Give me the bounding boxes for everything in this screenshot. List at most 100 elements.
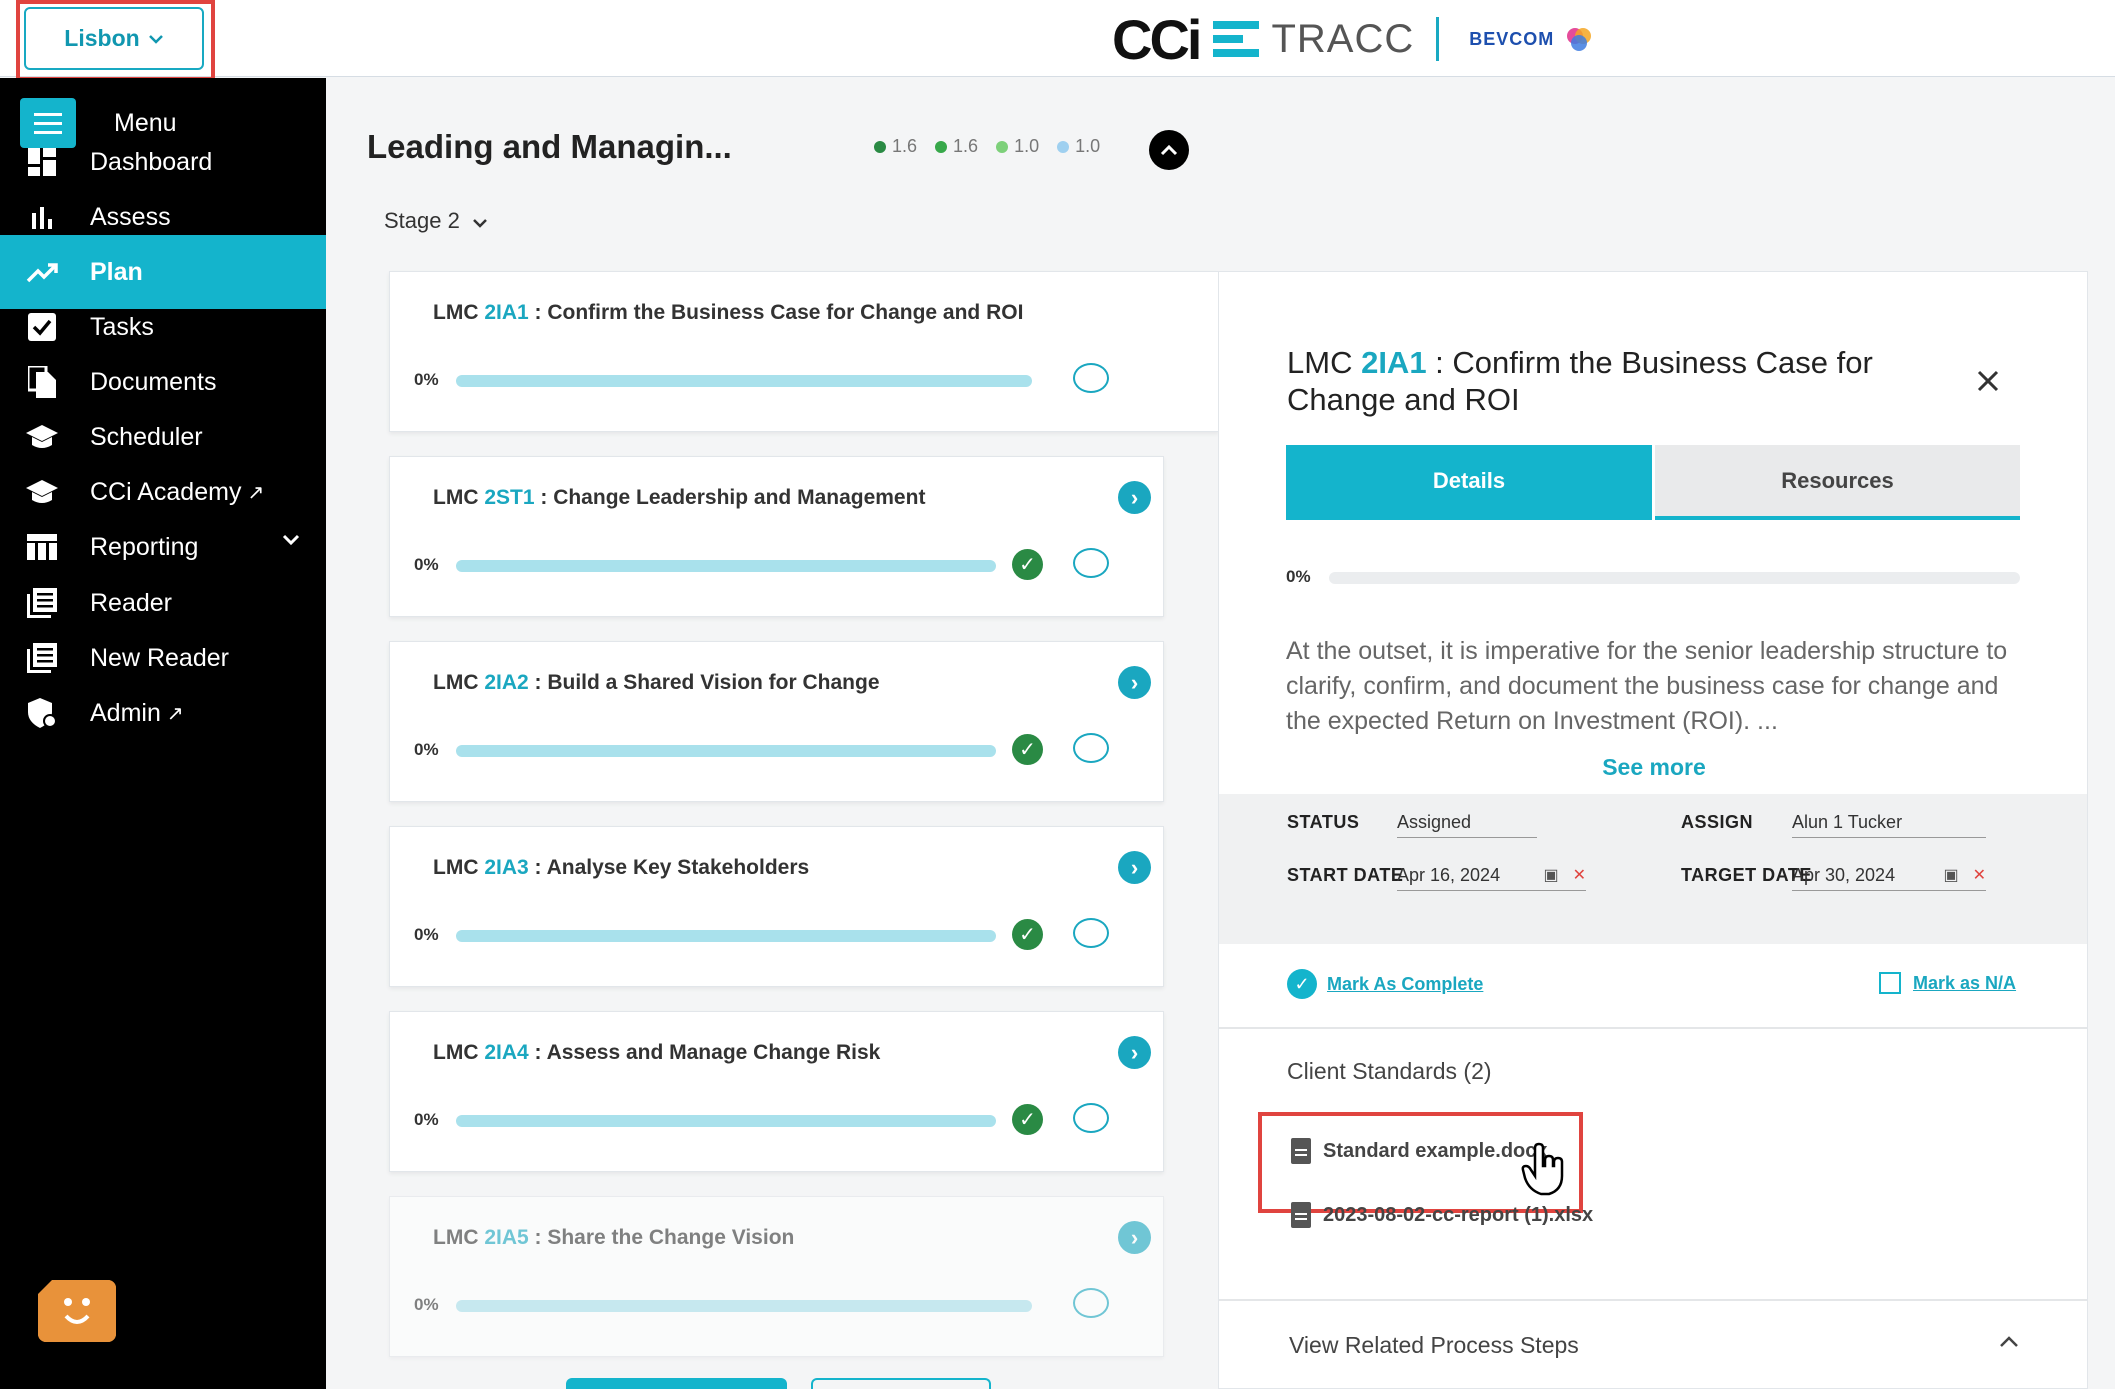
score-item: 1.6 xyxy=(935,136,978,157)
sidebar-item-label: Plan xyxy=(90,257,143,286)
detail-title: LMC 2IA1 : Confirm the Business Case for… xyxy=(1287,344,1967,418)
task-name: : Share the Change Vision xyxy=(528,1226,795,1249)
task-progress-bar xyxy=(456,375,1032,387)
secondary-action-button[interactable] xyxy=(811,1378,991,1389)
divider xyxy=(1219,1299,2087,1301)
assign-value: Alun 1 Tucker xyxy=(1792,812,1903,832)
task-progress-bar xyxy=(456,1300,1032,1312)
task-progress-label: 0% xyxy=(414,555,439,574)
status-field[interactable]: Assigned xyxy=(1397,812,1537,838)
chevron-right-icon[interactable]: › xyxy=(1118,1221,1151,1254)
mark-na-button[interactable]: Mark as N/A xyxy=(1879,972,2016,994)
task-code: 2IA4 xyxy=(484,1041,529,1064)
reader-icon xyxy=(26,587,58,619)
task-card[interactable]: LMC 2IA1 : Confirm the Business Case for… xyxy=(389,271,1219,432)
task-title: LMC 2ST1 : Change Leadership and Managem… xyxy=(433,486,925,510)
assign-field[interactable]: Alun 1 Tucker xyxy=(1792,812,1986,838)
task-progress-label: 0% xyxy=(414,1110,439,1129)
comment-icon[interactable] xyxy=(1073,363,1109,393)
task-fields: STATUS Assigned ASSIGN Alun 1 Tucker STA… xyxy=(1219,794,2087,944)
related-steps-label: View Related Process Steps xyxy=(1289,1332,1579,1358)
score-item: 1.0 xyxy=(996,136,1039,157)
score-item: 1.0 xyxy=(1057,136,1100,157)
collapse-button[interactable] xyxy=(1149,130,1189,170)
stage-selector[interactable]: Stage 2 xyxy=(384,208,488,234)
chevron-right-icon[interactable]: › xyxy=(1118,851,1151,884)
na-checkbox[interactable] xyxy=(1879,972,1901,994)
score-value: 1.6 xyxy=(953,136,979,156)
clear-icon[interactable]: ✕ xyxy=(1573,867,1586,884)
related-steps-toggle[interactable]: View Related Process Steps xyxy=(1289,1332,1579,1359)
sidebar-item-admin[interactable]: Admin ↗ xyxy=(0,676,326,750)
task-card[interactable]: LMC 2IA5 : Share the Change Vision › 0% xyxy=(389,1196,1164,1357)
sidebar-item-label: Admin xyxy=(90,698,161,727)
task-card[interactable]: LMC 2IA3 : Analyse Key Stakeholders › 0%… xyxy=(389,826,1164,987)
dashboard-icon xyxy=(26,146,58,178)
page-title: Leading and Managin... xyxy=(367,128,732,165)
score-item: 1.6 xyxy=(874,136,917,157)
comment-icon[interactable] xyxy=(1073,1103,1109,1133)
task-prefix: LMC xyxy=(433,1041,485,1064)
comment-icon[interactable] xyxy=(1073,918,1109,948)
task-card[interactable]: LMC 2IA2 : Build a Shared Vision for Cha… xyxy=(389,641,1164,802)
task-progress-bar xyxy=(456,930,996,942)
comment-icon[interactable] xyxy=(1073,733,1109,763)
sidebar-item-label: New Reader xyxy=(90,643,229,672)
clear-icon[interactable]: ✕ xyxy=(1973,867,1986,884)
comment-icon[interactable] xyxy=(1073,548,1109,578)
target-date-value: Apr 30, 2024 xyxy=(1792,865,1896,885)
bar-chart-icon xyxy=(26,201,58,233)
chat-bot-icon[interactable] xyxy=(38,1280,116,1342)
external-link-icon: ↗ xyxy=(166,702,184,725)
task-prefix: LMC xyxy=(433,486,485,509)
comment-icon[interactable] xyxy=(1073,1288,1109,1318)
mark-complete-button[interactable]: ✓ Mark As Complete xyxy=(1287,969,1483,999)
task-code: 2IA2 xyxy=(484,671,529,694)
task-name: : Assess and Manage Change Risk xyxy=(528,1041,881,1064)
mark-na-link[interactable]: Mark as N/A xyxy=(1913,973,2016,994)
check-circle-icon: ✓ xyxy=(1012,734,1043,765)
external-link-icon: ↗ xyxy=(247,481,265,504)
chevron-right-icon[interactable]: › xyxy=(1118,666,1151,699)
chevron-down-icon xyxy=(473,219,487,228)
chevron-right-icon[interactable]: › xyxy=(1118,1036,1151,1069)
score-dot xyxy=(874,140,886,153)
tracc-wordmark: TRACC xyxy=(1271,16,1415,61)
task-card[interactable]: LMC 2IA4 : Assess and Manage Change Risk… xyxy=(389,1011,1164,1172)
close-icon[interactable] xyxy=(1977,362,1999,401)
task-code: 2IA3 xyxy=(484,856,529,879)
location-selector[interactable]: Lisbon xyxy=(24,7,204,70)
detail-prefix: LMC xyxy=(1287,345,1362,380)
task-progress-label: 0% xyxy=(414,370,439,389)
calendar-icon[interactable]: ▣ xyxy=(1543,867,1558,884)
tab-details[interactable]: Details xyxy=(1286,445,1652,520)
divider xyxy=(1219,1027,2087,1029)
sidebar-item-label: Scheduler xyxy=(90,422,203,451)
check-circle-icon: ✓ xyxy=(1012,1104,1043,1135)
check-circle-icon: ✓ xyxy=(1012,549,1043,580)
cci-logo: CCi xyxy=(1112,7,1202,71)
location-label: Lisbon xyxy=(64,25,140,51)
tab-resources[interactable]: Resources xyxy=(1655,445,2020,520)
target-date-field[interactable]: Apr 30, 2024 ▣ ✕ xyxy=(1792,865,1986,891)
start-date-value: Apr 16, 2024 xyxy=(1397,865,1501,885)
chevron-right-icon[interactable]: › xyxy=(1118,481,1151,514)
task-prefix: LMC xyxy=(433,1226,485,1249)
task-title: LMC 2IA1 : Confirm the Business Case for… xyxy=(433,301,1023,325)
check-circle-icon: ✓ xyxy=(1012,919,1043,950)
hand-pointer-icon xyxy=(1521,1142,1567,1204)
start-date-label: START DATE xyxy=(1287,865,1404,885)
task-card[interactable]: LMC 2ST1 : Change Leadership and Managem… xyxy=(389,456,1164,617)
task-prefix: LMC xyxy=(433,301,485,324)
task-code: 2ST1 xyxy=(484,486,535,509)
start-date-field[interactable]: Apr 16, 2024 ▣ ✕ xyxy=(1397,865,1586,891)
file-link[interactable]: 2023-08-02-cc-report (1).xlsx xyxy=(1291,1202,1593,1228)
task-progress-bar xyxy=(456,745,996,757)
chevron-up-icon xyxy=(1160,144,1178,156)
see-more-link[interactable]: See more xyxy=(1219,754,2089,781)
chevron-up-icon[interactable] xyxy=(1999,1328,2019,1354)
calendar-icon[interactable]: ▣ xyxy=(1943,867,1958,884)
task-name: : Analyse Key Stakeholders xyxy=(528,856,810,879)
primary-action-button[interactable] xyxy=(566,1378,787,1389)
mark-complete-link[interactable]: Mark As Complete xyxy=(1327,974,1483,995)
